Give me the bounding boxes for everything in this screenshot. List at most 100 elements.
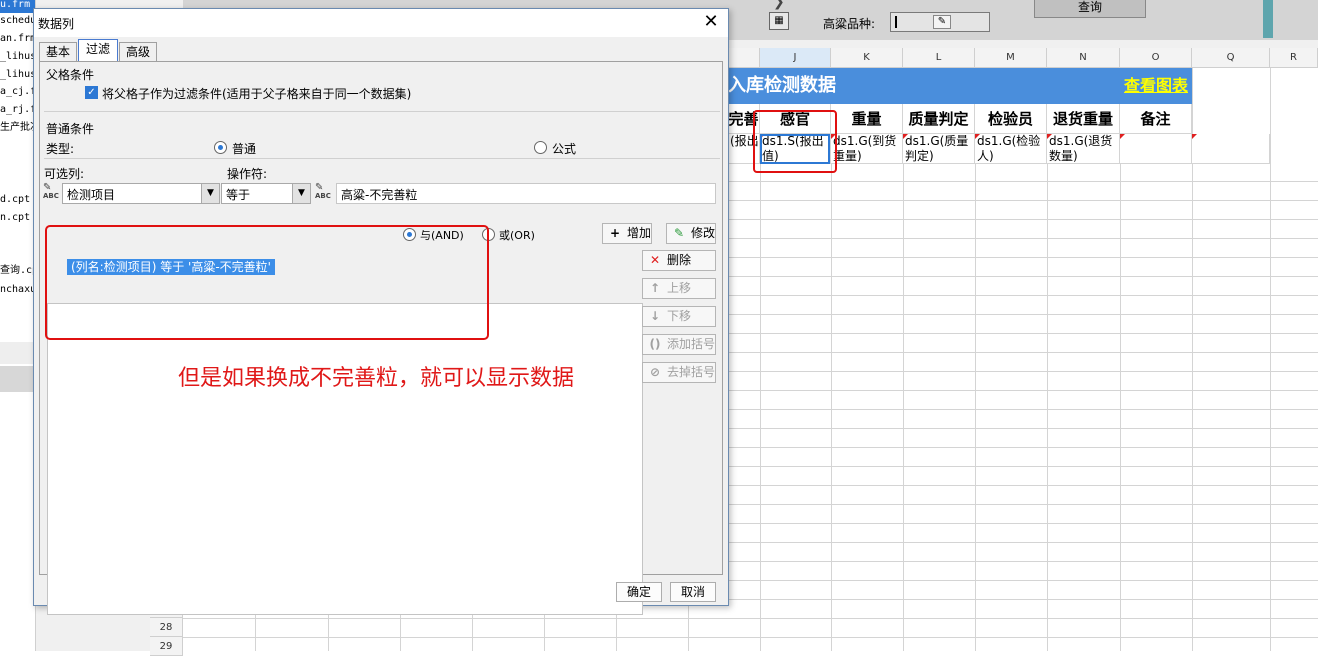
expand-marker-icon xyxy=(1047,134,1052,139)
header-cell[interactable]: 重量 xyxy=(831,104,903,134)
column-header-j[interactable]: J xyxy=(760,48,831,68)
condition-list[interactable] xyxy=(47,303,643,615)
tab-basic[interactable]: 基本 xyxy=(39,42,77,62)
column-header-l[interactable]: L xyxy=(903,48,975,68)
tab-filter[interactable]: 过滤 xyxy=(78,39,118,62)
column-header-q[interactable]: Q xyxy=(1192,48,1270,68)
cell-text: ds1.G(到货重量) xyxy=(833,134,897,163)
close-icon[interactable]: ✕ xyxy=(700,11,722,33)
arrow-down-icon: ↓ xyxy=(649,309,661,323)
file-tree-item[interactable]: schedul xyxy=(0,13,35,29)
type-normal-radio[interactable] xyxy=(214,141,227,154)
column-header[interactable] xyxy=(728,48,760,68)
file-tree-item[interactable]: a_rj.f xyxy=(0,102,35,118)
add-bracket-button[interactable]: () 添加括号 xyxy=(642,334,716,355)
column-select[interactable]: 检测项目 ▼ xyxy=(62,183,220,204)
grid-line xyxy=(183,637,1318,638)
value-type-icon[interactable]: ✎ ABC xyxy=(315,183,333,201)
cancel-button[interactable]: 取消 xyxy=(670,582,716,602)
cell-text: ds1.S(报出值) xyxy=(762,134,824,163)
expand-marker-icon xyxy=(760,134,765,139)
parent-filter-checkbox[interactable]: ✓ xyxy=(85,86,98,99)
file-tree-item[interactable]: 查询.cp xyxy=(0,263,35,279)
remove-bracket-button[interactable]: ⊘ 去掉括号 xyxy=(642,362,716,383)
arrow-icon: ❯ xyxy=(773,0,785,10)
expand-marker-icon xyxy=(903,134,908,139)
data-cell[interactable]: ds1.G(质量判定) xyxy=(903,134,975,164)
move-up-button[interactable]: ↑ 上移 xyxy=(642,278,716,299)
column-header-o[interactable]: O xyxy=(1120,48,1192,68)
column-header-m[interactable]: M xyxy=(975,48,1047,68)
query-button[interactable]: 查询 xyxy=(1034,0,1146,18)
expand-marker-icon xyxy=(1192,134,1197,139)
file-tree-item[interactable]: 生产批次 xyxy=(0,120,35,136)
divider xyxy=(44,111,720,112)
report-title-cell[interactable]: 入库检测数据 xyxy=(728,68,1120,104)
header-cell[interactable]: 感官 xyxy=(760,104,831,134)
and-radio[interactable] xyxy=(403,228,416,241)
calendar-icon[interactable]: ▦ xyxy=(769,12,789,30)
operator-label: 操作符: xyxy=(227,167,268,181)
operator-select-value: 等于 xyxy=(226,188,251,202)
modify-condition-button[interactable]: ✎ 修改 xyxy=(666,223,716,244)
expand-marker-icon xyxy=(1120,134,1125,139)
add-button-label: 增加 xyxy=(627,226,652,240)
variety-label: 高粱品种: xyxy=(823,17,876,31)
move-down-button[interactable]: ↓ 下移 xyxy=(642,306,716,327)
header-cell[interactable]: 检验员 xyxy=(975,104,1047,134)
data-cell[interactable]: ds1.G(退货数量) xyxy=(1047,134,1120,164)
picker-icon[interactable]: ✎ xyxy=(933,15,951,29)
cell-text: ds1.G(退货数量) xyxy=(1049,134,1113,163)
type-formula-radio[interactable] xyxy=(534,141,547,154)
expand-marker-icon xyxy=(975,134,980,139)
view-chart-link[interactable]: 查看图表 xyxy=(1120,68,1192,104)
data-cell[interactable] xyxy=(1120,134,1192,164)
file-tree-hover-row xyxy=(0,342,35,364)
row-header[interactable]: 28 xyxy=(150,618,183,637)
dialog-titlebar[interactable]: 数据列 ✕ xyxy=(34,9,728,37)
add-condition-button[interactable]: + 增加 xyxy=(602,223,652,244)
cell-text: ds1.G(质量判定) xyxy=(905,134,969,163)
file-tree-item[interactable]: a_cj.f xyxy=(0,84,35,100)
expand-marker-icon xyxy=(831,134,836,139)
data-cell[interactable] xyxy=(1192,134,1270,164)
delete-condition-button[interactable]: ✕ 删除 xyxy=(642,250,716,271)
file-tree-item[interactable]: nchaxu xyxy=(0,282,35,298)
file-tree-item[interactable]: u.frm xyxy=(0,0,35,13)
remove-bracket-icon: ⊘ xyxy=(649,365,661,379)
header-cell[interactable]: 退货重量 xyxy=(1047,104,1120,134)
chevron-down-icon[interactable]: ▼ xyxy=(201,184,219,203)
data-cell[interactable]: ds1.G(到货重量) xyxy=(831,134,903,164)
data-cell[interactable]: (报出 xyxy=(728,134,760,164)
delete-icon: ✕ xyxy=(649,253,661,267)
type-normal-label: 普通 xyxy=(232,142,257,156)
column-header-n[interactable]: N xyxy=(1047,48,1120,68)
data-cell[interactable]: ds1.S(报出值) xyxy=(760,134,831,164)
file-tree-item[interactable]: _lihus xyxy=(0,49,35,65)
column-header-r[interactable]: R xyxy=(1270,48,1318,68)
header-cell[interactable]: 完善 xyxy=(728,104,760,134)
file-tree[interactable]: u.frm schedul an.frm _lihus _lihus a_cj.… xyxy=(0,0,36,651)
variety-combo[interactable]: ✎ xyxy=(890,12,990,32)
file-tree-item[interactable]: n.cpt xyxy=(0,210,35,226)
file-tree-item[interactable]: _lihus xyxy=(0,67,35,83)
chevron-down-icon[interactable]: ▼ xyxy=(292,184,310,203)
data-cell[interactable]: ds1.G(检验人) xyxy=(975,134,1047,164)
operator-select[interactable]: 等于 ▼ xyxy=(221,183,311,204)
parent-filter-checkbox-label: 将父格子作为过滤条件(适用于父子格来自于同一个数据集) xyxy=(102,87,412,101)
tab-advanced[interactable]: 高级 xyxy=(119,42,157,62)
file-tree-item[interactable]: d.cpt xyxy=(0,192,35,208)
header-cell[interactable]: 质量判定 xyxy=(903,104,975,134)
ok-button[interactable]: 确定 xyxy=(616,582,662,602)
value-input[interactable]: 高粱-不完善粒 xyxy=(336,183,716,204)
and-label: 与(AND) xyxy=(420,229,464,242)
type-label: 类型: xyxy=(46,142,75,156)
header-cell[interactable]: 备注 xyxy=(1120,104,1192,134)
condition-row[interactable]: (列名:检测项目) 等于 '高粱-不完善粒' xyxy=(67,259,275,275)
move-down-label: 下移 xyxy=(667,309,692,323)
divider xyxy=(44,158,720,159)
column-header-k[interactable]: K xyxy=(831,48,903,68)
file-tree-item[interactable]: an.frm xyxy=(0,31,35,47)
or-radio[interactable] xyxy=(482,228,495,241)
row-header[interactable]: 29 xyxy=(150,637,183,656)
